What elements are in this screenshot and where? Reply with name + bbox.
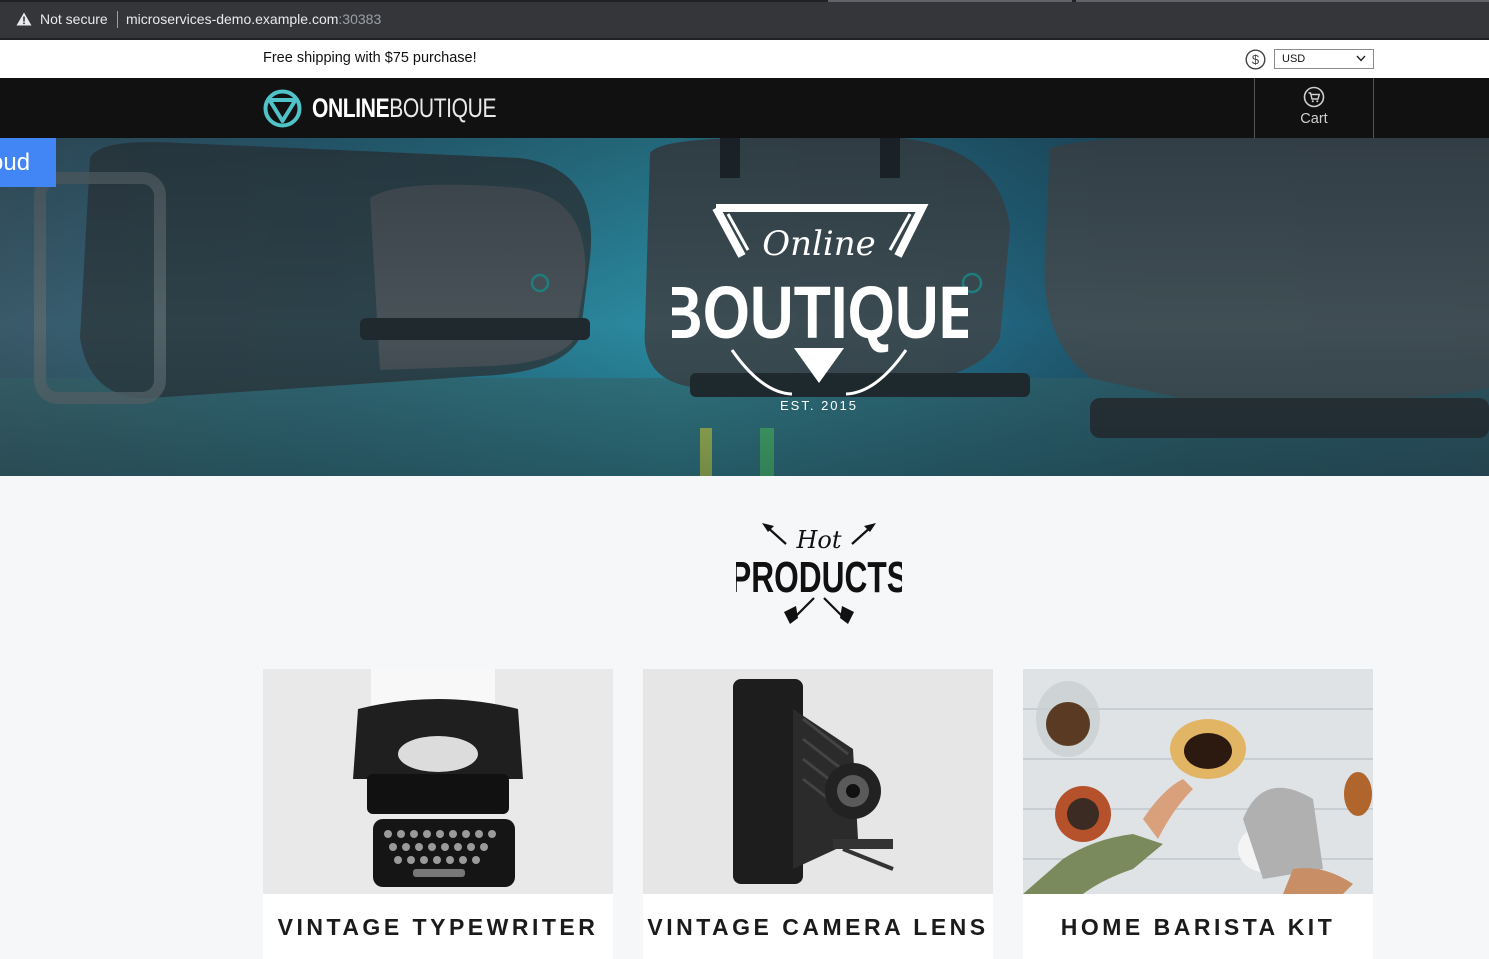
tab-indicator <box>1076 0 1489 2</box>
hot-script: Hot <box>795 526 841 554</box>
currency-select[interactable]: USD <box>1274 49 1374 69</box>
site-logo[interactable]: ONLINEBOUTIQUE <box>312 93 496 124</box>
product-title[interactable]: HOME BARISTA KIT <box>1023 913 1373 941</box>
address-divider <box>117 11 118 28</box>
hot-products-heading: Hot PRODUCTS <box>736 523 902 624</box>
camera-image[interactable] <box>643 669 993 894</box>
dollar-circle-icon: $ <box>1245 49 1266 70</box>
security-status[interactable]: Not secure <box>40 11 108 27</box>
side-tab[interactable]: oud <box>0 138 56 187</box>
cart-label: Cart <box>1300 111 1328 127</box>
logo-light: BOUTIQUE <box>389 93 497 123</box>
barista-kit-image[interactable] <box>1023 669 1373 894</box>
typewriter-image[interactable] <box>263 669 613 894</box>
tab-strip <box>0 0 1489 2</box>
url-port: :30383 <box>338 11 382 27</box>
product-title[interactable]: VINTAGE TYPEWRITER <box>263 913 613 941</box>
url-field[interactable]: microservices-demo.example.com:30383 <box>126 11 381 27</box>
currency-value: USD <box>1282 53 1306 65</box>
browser-address-bar: Not secure microservices-demo.example.co… <box>0 0 1489 40</box>
hero-logo-main: BOUTIQUE <box>672 272 968 354</box>
boutique-logo-icon[interactable] <box>263 89 302 128</box>
svg-text:$: $ <box>1252 52 1260 67</box>
product-title[interactable]: VINTAGE CAMERA LENS <box>643 913 993 941</box>
hero-brand-logo: Online BOUTIQUE EST. 2015 <box>672 204 968 413</box>
product-card[interactable]: VINTAGE TYPEWRITER <box>263 669 613 959</box>
warning-triangle-icon[interactable] <box>16 12 32 26</box>
hero-logo-est: EST. 2015 <box>780 398 858 413</box>
logo-bold: ONLINE <box>312 93 390 123</box>
hero-logo-script: Online <box>762 224 876 264</box>
side-tab-label: oud <box>0 149 31 176</box>
shipping-message: Free shipping with $75 purchase! <box>263 50 477 66</box>
cart-icon <box>1303 86 1325 108</box>
cart-button[interactable]: Cart <box>1254 78 1374 138</box>
chevron-down-icon <box>1356 55 1366 62</box>
product-card[interactable]: HOME BARISTA KIT <box>1023 669 1373 959</box>
url-host: microservices-demo.example.com <box>126 11 339 27</box>
product-card[interactable]: VINTAGE CAMERA LENS <box>643 669 993 959</box>
products-main: PRODUCTS <box>736 553 902 602</box>
tab-indicator <box>828 0 1072 2</box>
